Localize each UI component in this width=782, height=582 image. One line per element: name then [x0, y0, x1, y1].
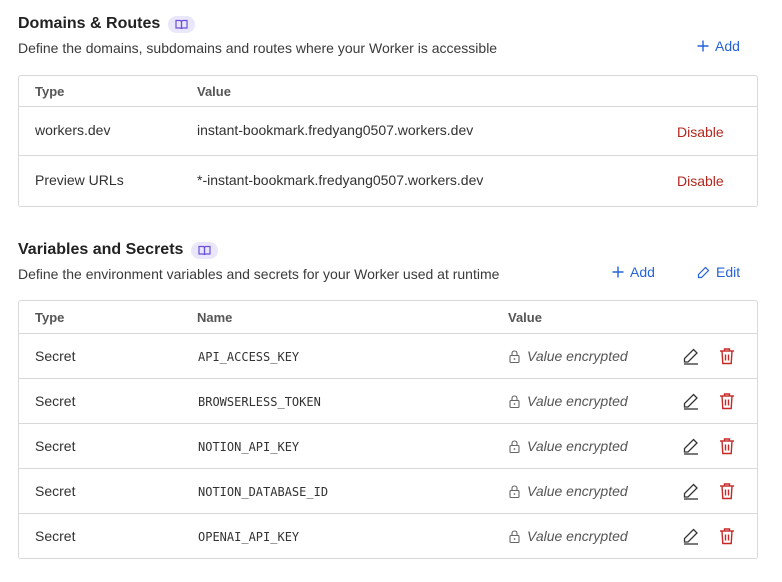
domains-docs-link[interactable]	[168, 15, 196, 33]
variable-name: API_ACCESS_KEY	[198, 350, 300, 364]
encrypted-label: Value encrypted	[527, 393, 628, 409]
table-row: workers.dev instant-bookmark.fredyang050…	[19, 107, 757, 156]
variable-type: Secret	[35, 438, 76, 454]
domains-add-label: Add	[715, 38, 740, 54]
trash-icon	[720, 438, 734, 455]
encrypted-label: Value encrypted	[527, 438, 628, 454]
variables-title-text: Variables and Secrets	[18, 241, 184, 258]
table-row: Secret NOTION_API_KEY Value encrypted	[19, 424, 757, 469]
table-row: Preview URLs *-instant-bookmark.fredyang…	[19, 156, 757, 206]
pencil-icon	[683, 348, 698, 365]
variables-edit-label: Edit	[716, 264, 741, 280]
lock-icon	[509, 439, 520, 453]
route-type: workers.dev	[35, 122, 111, 138]
variables-table-header: Type Name Value	[19, 301, 757, 334]
variables-docs-link[interactable]	[191, 241, 219, 259]
column-header-type: Type	[35, 310, 65, 325]
variable-name: NOTION_DATABASE_ID	[198, 485, 329, 499]
edit-variable-button[interactable]	[681, 436, 701, 456]
delete-variable-button[interactable]	[717, 481, 737, 501]
variables-add-label: Add	[630, 264, 655, 280]
lock-icon	[509, 349, 520, 363]
table-row: Secret API_ACCESS_KEY Value encrypted	[19, 334, 757, 379]
variable-name: BROWSERLESS_TOKEN	[198, 395, 321, 409]
column-header-type: Type	[35, 84, 65, 99]
variables-section-title: Variables and Secrets	[18, 241, 219, 259]
plus-icon	[612, 266, 624, 278]
variable-type: Secret	[35, 483, 76, 499]
delete-variable-button[interactable]	[717, 526, 737, 546]
disable-button[interactable]: Disable	[677, 124, 724, 140]
edit-variable-button[interactable]	[681, 346, 701, 366]
variable-type: Secret	[35, 393, 76, 409]
route-type: Preview URLs	[35, 172, 124, 188]
domains-title-text: Domains & Routes	[18, 15, 161, 32]
variable-name: OPENAI_API_KEY	[198, 530, 300, 544]
pencil-icon	[697, 266, 710, 278]
pencil-icon	[683, 528, 698, 545]
variable-value: Value encrypted	[509, 393, 628, 409]
pencil-icon	[683, 393, 698, 410]
edit-variable-button[interactable]	[681, 526, 701, 546]
variable-value: Value encrypted	[509, 438, 628, 454]
disable-button[interactable]: Disable	[677, 173, 724, 189]
domains-add-button[interactable]: Add	[697, 38, 740, 54]
delete-variable-button[interactable]	[717, 346, 737, 366]
trash-icon	[720, 393, 734, 410]
variable-type: Secret	[35, 348, 76, 364]
encrypted-label: Value encrypted	[527, 528, 628, 544]
route-value: *-instant-bookmark.fredyang0507.workers.…	[197, 172, 484, 188]
pencil-icon	[683, 438, 698, 455]
book-icon	[175, 19, 188, 29]
delete-variable-button[interactable]	[717, 436, 737, 456]
edit-variable-button[interactable]	[681, 481, 701, 501]
table-row: Secret OPENAI_API_KEY Value encrypted	[19, 514, 757, 558]
variable-value: Value encrypted	[509, 483, 628, 499]
variables-table: Type Name Value Secret API_ACCESS_KEY Va…	[18, 300, 758, 559]
lock-icon	[509, 394, 520, 408]
variable-value: Value encrypted	[509, 528, 628, 544]
column-header-value: Value	[508, 310, 542, 325]
column-header-value: Value	[197, 84, 231, 99]
domains-section-title: Domains & Routes	[18, 15, 196, 33]
variables-edit-button[interactable]: Edit	[697, 264, 740, 280]
delete-variable-button[interactable]	[717, 391, 737, 411]
route-value: instant-bookmark.fredyang0507.workers.de…	[197, 122, 474, 138]
trash-icon	[720, 528, 734, 545]
domains-description: Define the domains, subdomains and route…	[18, 40, 498, 56]
domains-table-header: Type Value	[19, 76, 757, 107]
trash-icon	[720, 348, 734, 365]
variables-description: Define the environment variables and sec…	[18, 266, 500, 282]
table-row: Secret NOTION_DATABASE_ID Value encrypte…	[19, 469, 757, 514]
encrypted-label: Value encrypted	[527, 483, 628, 499]
variables-add-button[interactable]: Add	[612, 264, 655, 280]
lock-icon	[509, 529, 520, 543]
variable-name: NOTION_API_KEY	[198, 440, 300, 454]
trash-icon	[720, 483, 734, 500]
table-row: Secret BROWSERLESS_TOKEN Value encrypted	[19, 379, 757, 424]
pencil-icon	[683, 483, 698, 500]
variable-type: Secret	[35, 528, 76, 544]
plus-icon	[697, 40, 709, 52]
variable-value: Value encrypted	[509, 348, 628, 364]
column-header-name: Name	[197, 310, 233, 325]
lock-icon	[509, 484, 520, 498]
book-icon	[198, 245, 212, 255]
domains-table: Type Value workers.dev instant-bookmark.…	[18, 75, 758, 207]
edit-variable-button[interactable]	[681, 391, 701, 411]
encrypted-label: Value encrypted	[527, 348, 628, 364]
